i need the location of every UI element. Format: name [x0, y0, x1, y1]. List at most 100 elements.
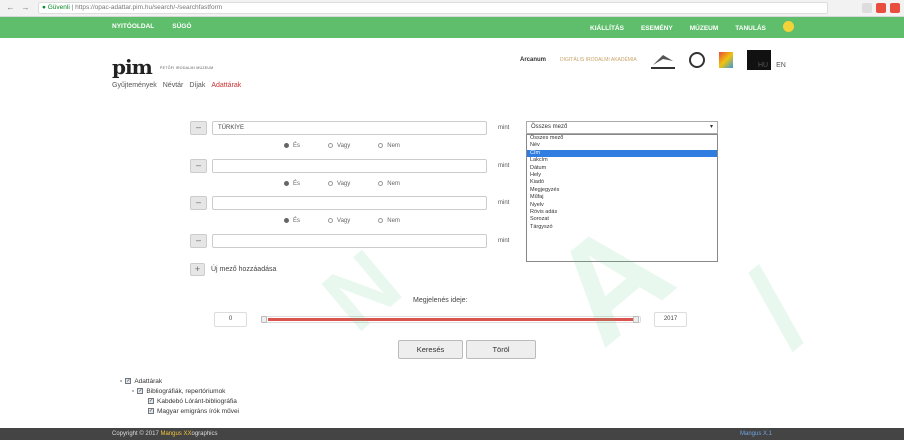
nav-event[interactable]: ESEMÉNY [641, 25, 673, 32]
checkbox[interactable]: ✓ [137, 388, 144, 394]
field-option[interactable]: Sorozat [527, 216, 717, 223]
field-option[interactable]: Műfaj [527, 194, 717, 201]
collapse-icon[interactable]: ▫ [120, 378, 122, 385]
nav-help[interactable]: SÚGÓ [172, 23, 191, 30]
and-radio[interactable]: És [284, 218, 300, 224]
search-input[interactable] [212, 234, 487, 248]
field-option[interactable]: Dátum [527, 165, 717, 172]
partner-circle-logo[interactable] [688, 52, 705, 68]
field-option[interactable]: Rövis adás [527, 209, 717, 216]
extension-icon[interactable] [876, 3, 886, 13]
lock-icon: ● [42, 4, 46, 11]
nav-learning[interactable]: TANULÁS [735, 25, 766, 32]
tree-item[interactable]: ✓ Magyar emigráns írók művei [120, 406, 239, 416]
tree-item-label: Bibliográfiák, repertóriumok [146, 387, 226, 395]
remove-row-button[interactable]: – [190, 234, 207, 248]
and-radio[interactable]: És [284, 143, 300, 149]
nav-awards[interactable]: Díjak [189, 82, 205, 89]
tree-item-label: Kabdebó Lóránt-bibliográfia [157, 397, 237, 405]
or-radio[interactable]: Vagy [328, 181, 350, 187]
range-fill [268, 318, 636, 321]
address-bar[interactable]: ● Güvenli | https://opac-adattar.pim.hu/… [38, 2, 828, 14]
field-option[interactable]: Lakcím [527, 157, 717, 164]
checkbox[interactable]: ✓ [125, 378, 132, 384]
partner-bird-logo[interactable] [650, 51, 675, 69]
tree-item[interactable]: ▫ ✓ Adattárak [120, 376, 239, 386]
field-select-value: Összes mező [531, 124, 568, 130]
search-input[interactable]: TÜRKİYE [212, 121, 487, 135]
chevron-down-icon: ▾ [709, 124, 713, 130]
remove-row-button[interactable]: – [190, 196, 207, 210]
tree-item-label: Magyar emigráns írók művei [157, 407, 239, 415]
range-handle-start[interactable] [261, 316, 267, 323]
lang-hu[interactable]: HU [758, 62, 768, 69]
tree-item-label: Adattárak [134, 377, 163, 385]
field-option[interactable]: Összes mező [527, 135, 717, 142]
footer-version[interactable]: Mangus X.1 [740, 428, 772, 440]
nav-museum[interactable]: MÚZEUM [690, 25, 719, 32]
range-handle-end[interactable] [633, 316, 639, 323]
top-navigation: NYITÓOLDAL SÚGÓ KIÁLLÍTÁS ESEMÉNY MÚZEUM… [0, 17, 904, 38]
menu-icon[interactable] [890, 3, 900, 13]
clear-button[interactable]: Töröl [466, 340, 536, 359]
back-icon[interactable]: ← [6, 3, 15, 12]
field-label: mint [498, 238, 510, 244]
lang-en[interactable]: EN [776, 62, 786, 69]
year-from-input[interactable]: 0 [214, 312, 247, 327]
pim-logo[interactable]: pim [112, 55, 153, 79]
or-radio[interactable]: Vagy [328, 143, 350, 149]
footer: Copyright © 2017 Mangus XXographics Mang… [0, 428, 904, 440]
search-input[interactable] [212, 196, 487, 210]
secure-label: Güvenli [47, 4, 70, 11]
add-field-label[interactable]: Új mező hozzáadása [211, 266, 276, 273]
collection-nav: Gyűjtemények Névtár Díjak Adattárak [112, 82, 241, 89]
boolean-operator: És Vagy Nem [284, 181, 400, 187]
partner-arcanum[interactable]: Arcanum [520, 57, 546, 63]
not-radio[interactable]: Nem [378, 181, 400, 187]
add-field-row: + Új mező hozzáadása [190, 263, 276, 276]
year-range-slider[interactable] [261, 316, 641, 323]
nav-name-index[interactable]: Névtár [163, 82, 184, 89]
period-title: Megjelenés ideje: [413, 297, 468, 304]
or-radio[interactable]: Vagy [328, 218, 350, 224]
forward-icon[interactable]: → [21, 3, 30, 12]
field-option[interactable]: Név [527, 142, 717, 149]
add-field-button[interactable]: + [190, 263, 205, 276]
repository-tree: ▫ ✓ Adattárak ▫ ✓ Bibliográfiák, repertórium… [120, 376, 239, 416]
remove-row-button[interactable]: – [190, 121, 207, 135]
tree-item[interactable]: ✓ Kabdebó Lóránt-bibliográfia [120, 396, 239, 406]
field-select[interactable]: Összes mező ▾ [526, 121, 718, 134]
search-input[interactable] [212, 159, 487, 173]
checkbox[interactable]: ✓ [148, 408, 154, 414]
nav-repositories[interactable]: Adattárak [211, 82, 241, 89]
checkbox[interactable]: ✓ [148, 398, 154, 404]
tree-item[interactable]: ▫ ✓ Bibliográfiák, repertóriumok [120, 386, 239, 396]
field-label: mint [498, 200, 510, 206]
remove-row-button[interactable]: – [190, 159, 207, 173]
not-radio[interactable]: Nem [378, 143, 400, 149]
year-to-input[interactable]: 2017 [654, 312, 687, 327]
not-radio[interactable]: Nem [378, 218, 400, 224]
browser-toolbar: ← → C ● Güvenli | https://opac-adattar.p… [0, 0, 904, 17]
boolean-operator: És Vagy Nem [284, 143, 400, 149]
radio-icon[interactable] [782, 21, 794, 32]
partner-dia[interactable]: DIGITÁLIS IRODALMI AKADÉMIA [560, 57, 637, 63]
footer-brand-link[interactable]: Mangus XX [160, 431, 191, 437]
field-dropdown: Összes mező Név Cím Lakcím Dátum Hely Ki… [526, 134, 718, 262]
collapse-icon[interactable]: ▫ [132, 388, 134, 395]
boolean-operator: És Vagy Nem [284, 218, 400, 224]
field-option[interactable]: Cím [527, 149, 717, 158]
search-button[interactable]: Keresés [398, 340, 463, 359]
nav-collections[interactable]: Gyűjtemények [112, 82, 157, 89]
field-option[interactable]: Hely [527, 172, 717, 179]
partner-colorful-logo[interactable] [718, 52, 733, 68]
field-option[interactable]: Tárgyszó [527, 224, 717, 231]
partner-logos: Arcanum DIGITÁLIS IRODALMI AKADÉMIA [520, 50, 771, 70]
field-option[interactable]: Nyelv [527, 202, 717, 209]
nav-exhibition[interactable]: KIÁLLÍTÁS [590, 25, 624, 32]
field-option[interactable]: Kiadó [527, 179, 717, 186]
star-icon[interactable] [862, 3, 872, 13]
nav-home[interactable]: NYITÓOLDAL [112, 23, 154, 30]
field-option[interactable]: Megjegyzés [527, 187, 717, 194]
and-radio[interactable]: És [284, 181, 300, 187]
